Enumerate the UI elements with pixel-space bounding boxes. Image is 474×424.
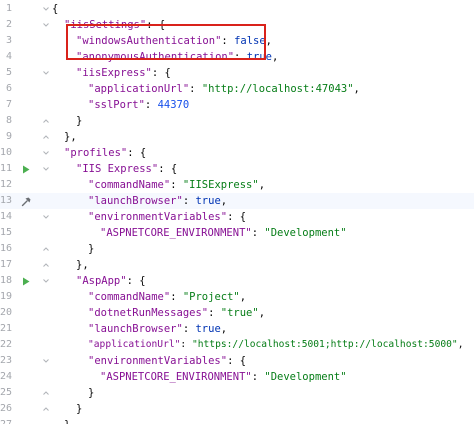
line-number: 16 [0,243,13,254]
line-number: 24 [0,371,13,382]
line-number: 12 [0,179,13,190]
run-icon[interactable] [20,273,32,289]
code-text: }, [64,131,77,143]
line-number: 15 [0,227,13,238]
code-text: "commandName": "IISExpress", [88,179,266,191]
code-text: "environmentVariables": { [88,211,247,223]
code-line[interactable]: 19 "commandName": "Project", [0,289,474,305]
fold-icon[interactable] [42,277,50,285]
line-number: 26 [0,403,13,414]
line-number: 20 [0,307,13,318]
line-number: 19 [0,291,13,302]
code-line[interactable]: 8 } [0,113,474,129]
code-line[interactable]: 17 }, [0,257,474,273]
fold-end-icon[interactable] [42,389,50,397]
code-line[interactable]: 9 }, [0,129,474,145]
run-icon[interactable] [20,161,32,177]
code-line[interactable]: 11 "IIS Express": { [0,161,474,177]
fold-icon[interactable] [42,21,50,29]
code-text: "applicationUrl": "https://localhost:500… [88,339,464,350]
line-number: 25 [0,387,13,398]
code-line[interactable]: 20 "dotnetRunMessages": "true", [0,305,474,321]
code-line[interactable]: 5 "iisExpress": { [0,65,474,81]
code-line[interactable]: 6 "applicationUrl": "http://localhost:47… [0,81,474,97]
hammer-icon[interactable] [20,193,32,209]
code-line[interactable]: 27 } [0,417,474,424]
line-number: 27 [0,417,12,424]
code-text: "applicationUrl": "http://localhost:4704… [88,83,360,95]
line-number: 22 [0,339,13,350]
line-number: 5 [5,67,12,78]
code-text: "IIS Express": { [76,163,178,175]
code-line[interactable]: 24 "ASPNETCORE_ENVIRONMENT": "Developmen… [0,369,474,385]
fold-icon[interactable] [42,165,50,173]
line-number: 3 [5,35,12,46]
code-text: } [52,417,70,424]
code-line[interactable]: 10 "profiles": { [0,145,474,161]
code-text: "commandName": "Project", [88,291,247,303]
code-text: "sslPort": 44370 [88,99,190,111]
fold-end-icon[interactable] [42,133,50,141]
code-text: } [76,115,83,127]
code-text: "iisExpress": { [76,67,171,79]
code-line[interactable]: 23 "environmentVariables": { [0,353,474,369]
line-number: 21 [0,323,13,334]
line-number: 9 [5,131,12,142]
fold-icon[interactable] [42,5,50,13]
code-line[interactable]: 21 "launchBrowser": true, [0,321,474,337]
line-number: 14 [0,211,13,222]
fold-icon[interactable] [42,213,50,221]
code-line[interactable]: 15 "ASPNETCORE_ENVIRONMENT": "Developmen… [0,225,474,241]
line-number: 13 [0,195,13,206]
code-text: "ASPNETCORE_ENVIRONMENT": "Development" [100,371,347,383]
code-text: "dotnetRunMessages": "true", [88,307,266,319]
fold-icon[interactable] [42,357,50,365]
code-text: "profiles": { [64,147,147,159]
code-text: }, [76,259,89,271]
code-line[interactable]: 16 } [0,241,474,257]
fold-icon[interactable] [42,69,50,77]
line-number: 1 [5,3,12,14]
line-number: 18 [0,275,13,286]
fold-end-icon[interactable] [42,405,50,413]
code-text: "ASPNETCORE_ENVIRONMENT": "Development" [100,227,347,239]
code-line[interactable]: 12 "commandName": "IISExpress", [0,177,474,193]
code-text: } [76,403,83,415]
line-number: 17 [0,259,13,270]
code-line[interactable]: 26 } [0,401,474,417]
line-number: 10 [0,147,13,158]
code-line[interactable]: 22 "applicationUrl": "https://localhost:… [0,337,474,353]
fold-end-icon[interactable] [42,245,50,253]
line-number: 11 [0,163,13,174]
fold-end-icon[interactable] [42,261,50,269]
fold-end-icon[interactable] [42,117,50,125]
code-line[interactable]: 18 "AspApp": { [0,273,474,289]
code-line[interactable]: 14 "environmentVariables": { [0,209,474,225]
code-text: { [52,3,59,15]
code-text: } [88,387,95,399]
code-text: "launchBrowser": true, [88,195,228,207]
code-line-current[interactable]: 13 "launchBrowser": true, [0,193,474,209]
code-line[interactable]: 25 } [0,385,474,401]
line-number: 8 [5,115,12,126]
code-editor[interactable]: 1 { 2 "iisSettings": { 3 "windowsAuthent… [0,0,474,424]
code-text: "AspApp": { [76,275,146,287]
code-line[interactable]: 1 { [0,1,474,17]
line-number: 23 [0,355,13,366]
line-number: 7 [5,99,12,110]
code-text: "environmentVariables": { [88,355,247,367]
code-text: } [88,243,95,255]
highlight-annotation-box [66,24,266,60]
line-number: 2 [5,19,12,30]
line-number: 4 [5,51,12,62]
line-number: 6 [5,83,12,94]
code-text: "launchBrowser": true, [88,323,228,335]
code-line[interactable]: 7 "sslPort": 44370 [0,97,474,113]
fold-icon[interactable] [42,149,50,157]
